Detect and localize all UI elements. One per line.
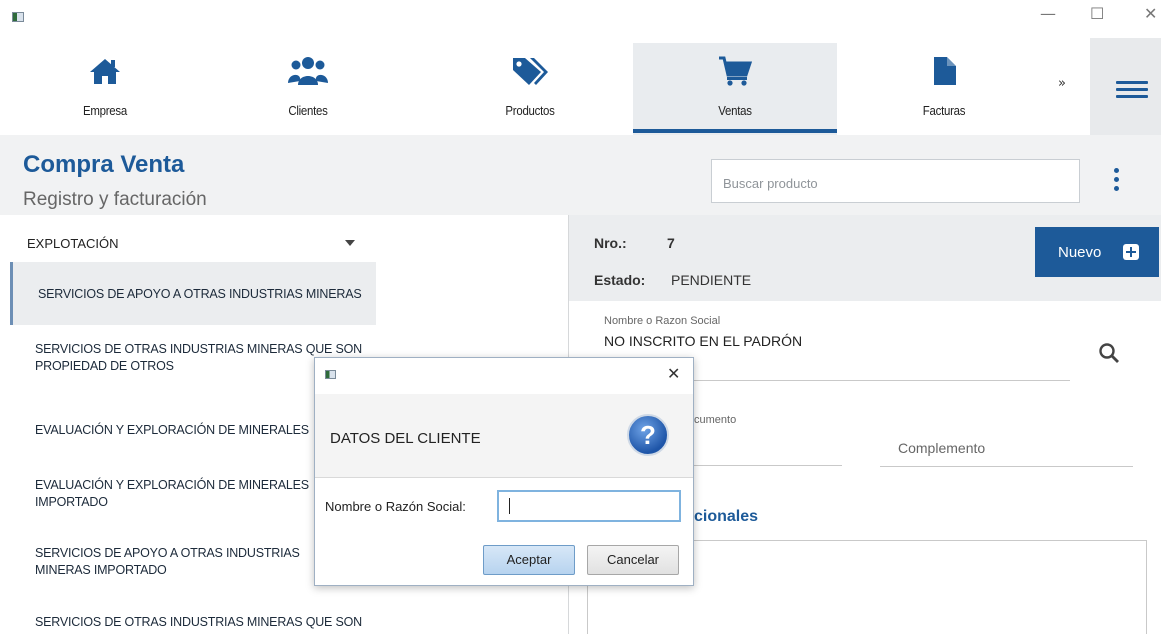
nombre-label: Nombre o Razon Social — [604, 315, 721, 327]
list-item[interactable]: SERVICIOS DE APOYO A OTRAS INDUSTRIAS MI… — [10, 262, 376, 325]
tag-icon — [475, 53, 585, 89]
nav-label: Empresa — [83, 103, 127, 118]
list-item[interactable]: SERVICIOS DE OTRAS INDUSTRIAS MINERAS QU… — [10, 614, 376, 634]
nav-item-clientes[interactable]: Clientes — [258, 43, 358, 135]
estado-value: PENDIENTE — [671, 272, 752, 288]
nav-item-facturas[interactable]: Facturas — [894, 43, 994, 135]
nav-item-productos[interactable]: Productos — [475, 43, 585, 135]
maximize-button[interactable]: ☐ — [1090, 4, 1104, 23]
more-tabs-button[interactable]: » — [1058, 76, 1066, 91]
top-nav: Empresa Clientes Productos Ventas Factur… — [0, 38, 1161, 135]
client-dialog: ✕ DATOS DEL CLIENTE ? Nombre o Razón Soc… — [314, 357, 694, 586]
complemento-field[interactable]: Complemento — [898, 440, 985, 456]
minimize-button[interactable]: — — [1040, 4, 1056, 23]
active-indicator — [633, 129, 837, 133]
window-titlebar: — ☐ ✕ — [0, 0, 1161, 38]
field-underline — [880, 466, 1133, 467]
home-icon — [55, 53, 155, 89]
list-item[interactable]: SERVICIOS DE APOYO A OTRAS INDUSTRIAS MI… — [10, 545, 310, 581]
text-caret — [509, 498, 510, 514]
nuevo-label: Nuevo — [1058, 244, 1102, 261]
close-icon[interactable]: ✕ — [667, 364, 680, 383]
cancel-button[interactable]: Cancelar — [587, 545, 679, 575]
nro-value: 7 — [667, 235, 675, 251]
hamburger-menu-icon[interactable] — [1116, 81, 1148, 98]
chevron-down-icon — [345, 240, 355, 246]
page-header: Compra Venta Registro y facturación Busc… — [0, 135, 1161, 215]
app-icon — [325, 370, 336, 379]
search-icon[interactable] — [1098, 342, 1120, 364]
dialog-titlebar: ✕ — [315, 358, 693, 394]
nav-item-empresa[interactable]: Empresa — [55, 43, 155, 135]
page-title: Compra Venta — [23, 151, 185, 178]
razon-social-input[interactable] — [497, 490, 681, 522]
category-combo[interactable]: EXPLOTACIÓN — [12, 215, 372, 263]
nav-label: Productos — [505, 103, 555, 118]
app-icon — [12, 12, 24, 22]
nav-label: Facturas — [922, 103, 966, 118]
field-label: Nombre o Razón Social: — [325, 499, 466, 514]
nav-label: Clientes — [288, 103, 328, 118]
page-subtitle: Registro y facturación — [23, 189, 207, 210]
nuevo-button[interactable]: Nuevo — [1035, 227, 1159, 277]
nav-item-ventas[interactable]: Ventas — [633, 43, 837, 135]
document-icon — [894, 53, 994, 89]
nav-label: Ventas — [718, 103, 752, 118]
estado-label: Estado: — [594, 272, 646, 288]
plus-icon — [1123, 244, 1139, 260]
combo-value: EXPLOTACIÓN — [27, 236, 119, 251]
list-item[interactable]: EVALUACIÓN Y EXPLORACIÓN DE MINERALES IM… — [10, 477, 310, 513]
field-underline — [694, 465, 842, 466]
documento-label: cumento — [694, 414, 737, 426]
question-icon: ? — [627, 414, 669, 456]
more-options-icon[interactable] — [1114, 168, 1120, 195]
nro-label: Nro.: — [594, 235, 627, 251]
section-title: cionales — [694, 508, 759, 525]
search-input[interactable]: Buscar producto — [711, 159, 1080, 203]
accept-button[interactable]: Aceptar — [483, 545, 575, 575]
dialog-title: DATOS DEL CLIENTE — [330, 430, 481, 447]
cart-icon — [633, 53, 837, 89]
close-window-button[interactable]: ✕ — [1144, 4, 1157, 23]
nombre-field[interactable]: NO INSCRITO EN EL PADRÓN — [604, 333, 802, 349]
users-icon — [258, 53, 358, 89]
